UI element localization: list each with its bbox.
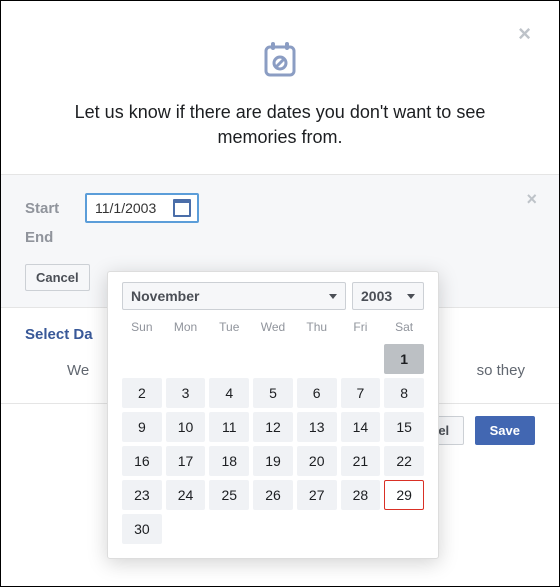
calendar-day[interactable]: 23: [122, 480, 162, 510]
calendar-day[interactable]: 15: [384, 412, 424, 442]
chevron-down-icon: [407, 294, 415, 299]
chevron-down-icon: [329, 294, 337, 299]
calendar-dow-header: Sat: [384, 316, 424, 340]
calendar-block-icon: [262, 41, 298, 84]
calendar-day[interactable]: 14: [341, 412, 381, 442]
calendar-day[interactable]: 28: [341, 480, 381, 510]
calendar-day[interactable]: 10: [166, 412, 206, 442]
memories-date-filter-modal: × Let us know if there are dates you don…: [0, 0, 560, 587]
range-remove-button[interactable]: ×: [526, 189, 537, 210]
date-picker-popover: November 2003 SunMonTueWedThuFriSat12345…: [107, 271, 439, 559]
calendar-empty-cell: [122, 344, 162, 374]
calendar-grid: SunMonTueWedThuFriSat1234567891011121314…: [122, 316, 424, 544]
calendar-day[interactable]: 4: [209, 378, 249, 408]
modal-header: Let us know if there are dates you don't…: [1, 1, 559, 174]
calendar-dow-header: Mon: [166, 316, 206, 340]
calendar-day[interactable]: 5: [253, 378, 293, 408]
calendar-icon[interactable]: [173, 199, 191, 217]
calendar-empty-cell: [209, 344, 249, 374]
calendar-dow-header: Sun: [122, 316, 162, 340]
calendar-day[interactable]: 6: [297, 378, 337, 408]
calendar-dow-header: Fri: [341, 316, 381, 340]
calendar-day[interactable]: 16: [122, 446, 162, 476]
year-select-label: 2003: [361, 288, 392, 304]
calendar-dow-header: Tue: [209, 316, 249, 340]
calendar-day[interactable]: 19: [253, 446, 293, 476]
select-dates-link[interactable]: Select Da: [25, 326, 93, 343]
calendar-day[interactable]: 12: [253, 412, 293, 442]
calendar-day[interactable]: 29: [384, 480, 424, 510]
calendar-day[interactable]: 7: [341, 378, 381, 408]
subtext-right: so they: [477, 362, 525, 379]
calendar-day[interactable]: 2: [122, 378, 162, 408]
calendar-empty-cell: [341, 344, 381, 374]
modal-close-button[interactable]: ×: [518, 23, 531, 45]
calendar-day[interactable]: 26: [253, 480, 293, 510]
calendar-day[interactable]: 8: [384, 378, 424, 408]
calendar-controls: November 2003: [122, 282, 424, 310]
calendar-day[interactable]: 20: [297, 446, 337, 476]
calendar-day[interactable]: 18: [209, 446, 249, 476]
year-select[interactable]: 2003: [352, 282, 424, 310]
calendar-empty-cell: [253, 344, 293, 374]
calendar-dow-header: Wed: [253, 316, 293, 340]
calendar-day[interactable]: 11: [209, 412, 249, 442]
end-date-row: End: [25, 229, 535, 246]
month-select[interactable]: November: [122, 282, 346, 310]
calendar-dow-header: Thu: [297, 316, 337, 340]
range-cancel-button[interactable]: Cancel: [25, 264, 90, 291]
calendar-day[interactable]: 25: [209, 480, 249, 510]
calendar-day[interactable]: 30: [122, 514, 162, 544]
calendar-empty-cell: [166, 344, 206, 374]
calendar-day[interactable]: 27: [297, 480, 337, 510]
calendar-day[interactable]: 22: [384, 446, 424, 476]
start-label: Start: [25, 200, 85, 217]
start-date-row: Start: [25, 193, 535, 223]
modal-heading: Let us know if there are dates you don't…: [61, 100, 499, 150]
end-label: End: [25, 229, 85, 246]
start-date-input-wrap[interactable]: [85, 193, 199, 223]
calendar-day[interactable]: 21: [341, 446, 381, 476]
calendar-day[interactable]: 24: [166, 480, 206, 510]
footer-save-button[interactable]: Save: [475, 416, 535, 445]
calendar-day[interactable]: 9: [122, 412, 162, 442]
subtext-left: We: [67, 362, 89, 379]
start-date-input[interactable]: [93, 199, 173, 217]
calendar-day[interactable]: 17: [166, 446, 206, 476]
calendar-empty-cell: [297, 344, 337, 374]
calendar-day[interactable]: 13: [297, 412, 337, 442]
calendar-day[interactable]: 3: [166, 378, 206, 408]
calendar-day[interactable]: 1: [384, 344, 424, 374]
month-select-label: November: [131, 288, 199, 304]
